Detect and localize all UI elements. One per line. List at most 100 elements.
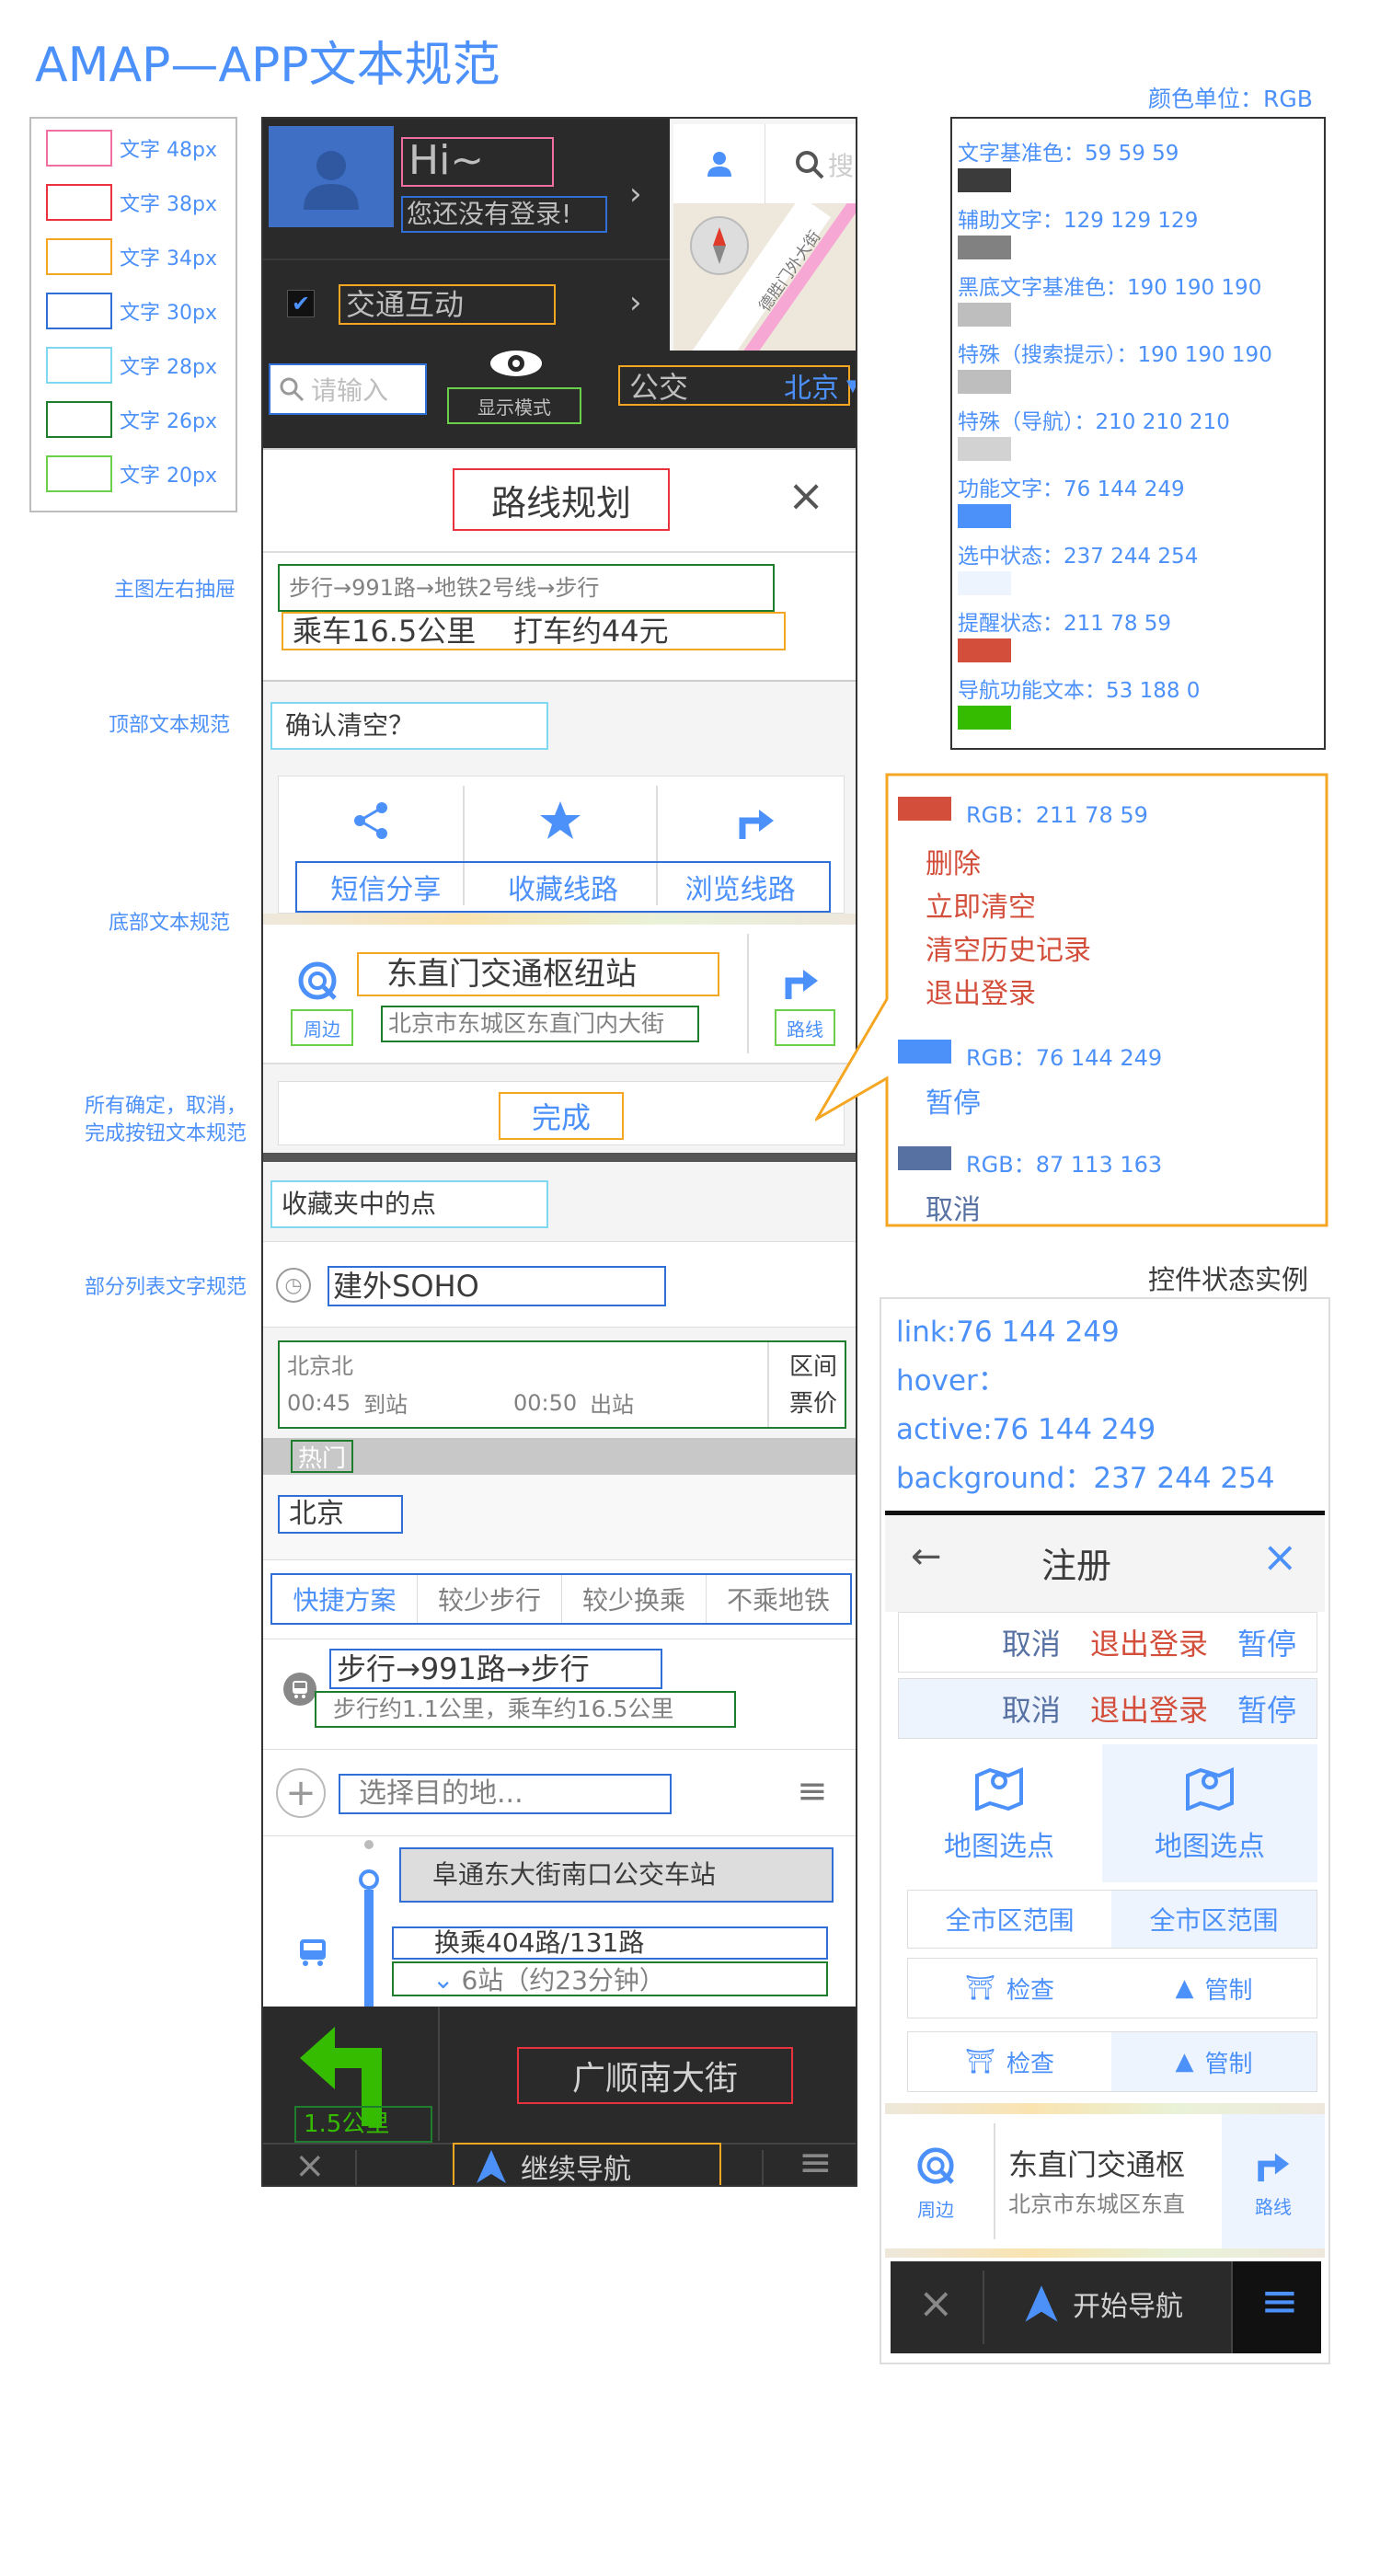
browse-route-button[interactable]: 浏览线路 [651, 863, 829, 911]
continue-nav-button[interactable]: 继续导航 [453, 2143, 721, 2185]
history-item[interactable]: ◷ 建外SOHO [263, 1241, 856, 1328]
star-icon[interactable] [533, 795, 588, 846]
arrive-label: 到站 [363, 1392, 408, 1418]
mode-city-selector[interactable]: 公交 北京 [618, 365, 850, 406]
nearby-button[interactable]: 周边 [903, 2133, 968, 2234]
map-pick-row: 地图选点 地图选点 [898, 1744, 1317, 1882]
legend-swatch [46, 184, 112, 221]
legend-swatch [46, 347, 112, 384]
color-panel: 文字基准色：59 59 59 辅助文字：129 129 129 黑底文字基准色：19… [950, 117, 1326, 750]
check-button[interactable]: ⛩ 检查 [908, 2032, 1111, 2091]
color-swatch [958, 236, 1011, 259]
citywide-button[interactable]: 全市区范围 [908, 1891, 1111, 1948]
user-button[interactable] [673, 124, 765, 203]
person-icon [707, 152, 731, 177]
citywide-button-active[interactable]: 全市区范围 [1111, 1891, 1317, 1948]
delete-example: 删除 [926, 848, 981, 880]
poi-card: 周边 东直门交通枢纽站 北京市东城区东直门内大街 路线 [263, 925, 856, 1064]
search-input[interactable]: 请输入 [269, 363, 427, 415]
done-button[interactable]: 完成 [499, 1092, 624, 1140]
city-item[interactable]: 北京 [263, 1475, 856, 1559]
cancel-button-active[interactable]: 取消 [1002, 1687, 1061, 1730]
favorite-route-button[interactable]: 收藏线路 [475, 863, 652, 911]
map-pick-button-active[interactable]: 地图选点 [1102, 1744, 1317, 1882]
traffic-interaction[interactable]: 交通互动 [339, 284, 556, 325]
menu-icon[interactable]: ≡ [797, 1770, 828, 1812]
bus-icon [294, 1934, 331, 1971]
search-placeholder: 请输入 [311, 375, 389, 406]
display-mode-button[interactable]: 显示模式 [447, 387, 581, 424]
tab-3[interactable]: 不乘地铁 [706, 1575, 850, 1623]
color-label: 选中状态：237 244 254 [958, 545, 1199, 569]
tab-2[interactable]: 较少换乘 [561, 1575, 706, 1623]
compass-icon[interactable] [690, 216, 749, 275]
pause-button[interactable]: 暂停 [1237, 1621, 1296, 1663]
close-icon[interactable]: × [294, 2145, 326, 2185]
route-plan-title: 路线规划 [453, 468, 670, 531]
bus-stops-count: 6站（约23分钟） [461, 1965, 665, 1995]
cancel-example: 取消 [926, 1194, 981, 1226]
checkbox-icon[interactable]: ✔ [287, 290, 315, 317]
pause-button-active[interactable]: 暂停 [1237, 1687, 1296, 1730]
check-button[interactable]: ⛩ 检查 [908, 1959, 1111, 2018]
turn-arrow-icon[interactable] [728, 795, 783, 846]
color-swatch [958, 303, 1011, 327]
add-icon[interactable]: + [276, 1768, 326, 1818]
train-row[interactable]: 北京北 00:45 到站 00:50 出站 区间 票价 [278, 1340, 846, 1429]
color-swatch [958, 370, 1011, 394]
annotation-confirm-buttons: 所有确定，取消，完成按钮文本规范 [85, 1095, 247, 1145]
logout-button[interactable]: 退出登录 [1090, 1621, 1208, 1663]
share-icon[interactable] [343, 795, 398, 846]
sms-share-button[interactable]: 短信分享 [297, 863, 475, 911]
search-button[interactable]: 搜 [793, 146, 854, 183]
control-button-active[interactable]: ▲ 管制 [1111, 2032, 1317, 2091]
legend-label: 文字 38px [120, 193, 217, 216]
chevron-right-icon[interactable]: › [629, 284, 642, 321]
favorites-title: 收藏夹中的点 [270, 1180, 548, 1228]
map-area[interactable]: 德胜门外大街 [673, 203, 856, 351]
register-header: ← 注册 × [885, 1511, 1325, 1612]
legend-label: 文字 28px [120, 356, 217, 379]
menu-button[interactable]: ≡ [1231, 2261, 1321, 2353]
control-button[interactable]: ▲ 管制 [1111, 1959, 1317, 2018]
close-icon[interactable]: × [918, 2278, 954, 2328]
close-icon[interactable]: × [788, 470, 824, 522]
nearby-icon[interactable] [294, 958, 340, 1004]
page-title: AMAP—APP文本规范 [35, 38, 500, 93]
color-callout: RGB：211 78 59 删除 立即清空 清空历史记录 退出登录 RGB：76… [815, 773, 1328, 1227]
cancel-button[interactable]: 取消 [1002, 1621, 1061, 1663]
route-icon [1258, 2153, 1290, 2181]
route-option[interactable]: 步行→991路→步行 步行约1.1公里，乘车约16.5公里 [263, 1639, 856, 1749]
nav-road-name: 广顺南大街 [517, 2047, 793, 2104]
poi-card-mini: 周边 东直门交通枢 北京市东城区东直 路线 [885, 2114, 1325, 2248]
legend-label: 文字 48px [120, 139, 217, 162]
close-icon[interactable]: × [1262, 1532, 1298, 1581]
search-icon [280, 377, 305, 402]
legend-swatch [46, 455, 112, 492]
legend-row: 文字 30px [46, 293, 217, 329]
logout-button-active[interactable]: 退出登录 [1090, 1687, 1208, 1730]
route-button[interactable]: 路线 [1222, 2114, 1325, 2248]
avatar[interactable] [269, 126, 394, 227]
state-example-title: 控件状态实例 [1148, 1264, 1309, 1295]
check-control-row-active: ⛩ 检查 ▲ 管制 [907, 2031, 1317, 2092]
start-nav-button[interactable]: 开始导航 [1023, 2283, 1183, 2324]
logout-example: 退出登录 [926, 978, 1036, 1010]
dropdown-icon[interactable]: ▼ [846, 376, 856, 396]
chevron-right-icon[interactable]: › [629, 176, 642, 213]
back-arrow-icon[interactable]: ← [911, 1535, 942, 1578]
eye-icon[interactable] [447, 345, 585, 382]
tab-1[interactable]: 较少步行 [417, 1575, 561, 1623]
history-item-label: 建外SOHO [328, 1266, 666, 1306]
poi-name: 东直门交通枢纽站 [357, 952, 719, 996]
destination-input[interactable]: 选择目的地... [339, 1774, 672, 1814]
nearby-button[interactable]: 周边 [291, 1009, 353, 1046]
tab-0[interactable]: 快捷方案 [272, 1575, 417, 1623]
bus-stop-name[interactable]: 阜通东大街南口公交车站 [399, 1847, 834, 1903]
map-pick-button[interactable]: 地图选点 [898, 1744, 1100, 1882]
menu-icon[interactable]: ≡ [799, 2139, 833, 2185]
color-unit-label: 颜色单位：RGB [1148, 86, 1313, 112]
button-row-active: 取消 退出登录 暂停 [898, 1678, 1317, 1739]
bus-stops-toggle[interactable]: ⌄ 6站（约23分钟） [392, 1961, 828, 1996]
login-hint[interactable]: 您还没有登录! [401, 196, 607, 233]
